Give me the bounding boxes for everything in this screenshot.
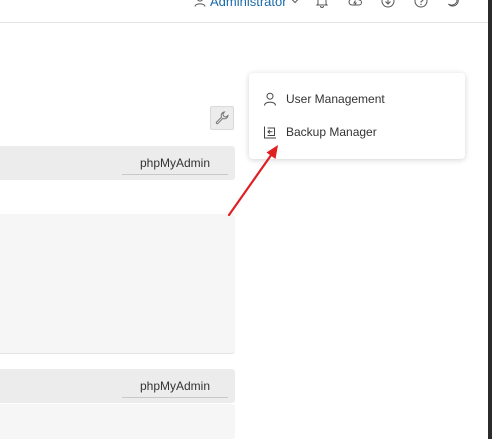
moon-icon[interactable] bbox=[446, 0, 460, 8]
screen: Administrator phpMyAdmin phpMyAdmin User… bbox=[0, 0, 492, 439]
user-menu-toggle[interactable]: Administrator bbox=[194, 0, 299, 9]
title-underline bbox=[122, 174, 228, 175]
widget-header-phpmyadmin[interactable]: phpMyAdmin bbox=[0, 369, 235, 403]
menu-item-backup-manager[interactable]: Backup Manager bbox=[249, 117, 465, 147]
user-name: Administrator bbox=[210, 0, 287, 9]
chevron-down-icon bbox=[291, 0, 298, 4]
help-icon[interactable] bbox=[414, 0, 428, 8]
widget-settings-button[interactable] bbox=[210, 106, 234, 130]
cloud-icon[interactable] bbox=[348, 0, 362, 8]
widget-body bbox=[0, 214, 235, 354]
window-edge bbox=[488, 0, 492, 439]
backup-icon bbox=[264, 126, 276, 139]
user-icon bbox=[194, 0, 206, 7]
widget-title: phpMyAdmin bbox=[139, 156, 210, 170]
top-header: Administrator bbox=[0, 0, 488, 23]
menu-item-label: User Management bbox=[286, 92, 385, 106]
bell-icon[interactable] bbox=[315, 0, 329, 8]
widget-body bbox=[0, 404, 235, 439]
title-underline bbox=[122, 397, 228, 398]
menu-item-user-management[interactable]: User Management bbox=[249, 84, 465, 114]
wrench-icon bbox=[215, 111, 229, 125]
user-dropdown-menu: User Management Backup Manager bbox=[249, 73, 465, 159]
download-icon[interactable] bbox=[381, 0, 395, 8]
widget-header-phpmyadmin[interactable]: phpMyAdmin bbox=[0, 146, 235, 180]
user-icon bbox=[264, 92, 276, 106]
widget-title: phpMyAdmin bbox=[139, 379, 210, 393]
menu-item-label: Backup Manager bbox=[286, 125, 377, 139]
